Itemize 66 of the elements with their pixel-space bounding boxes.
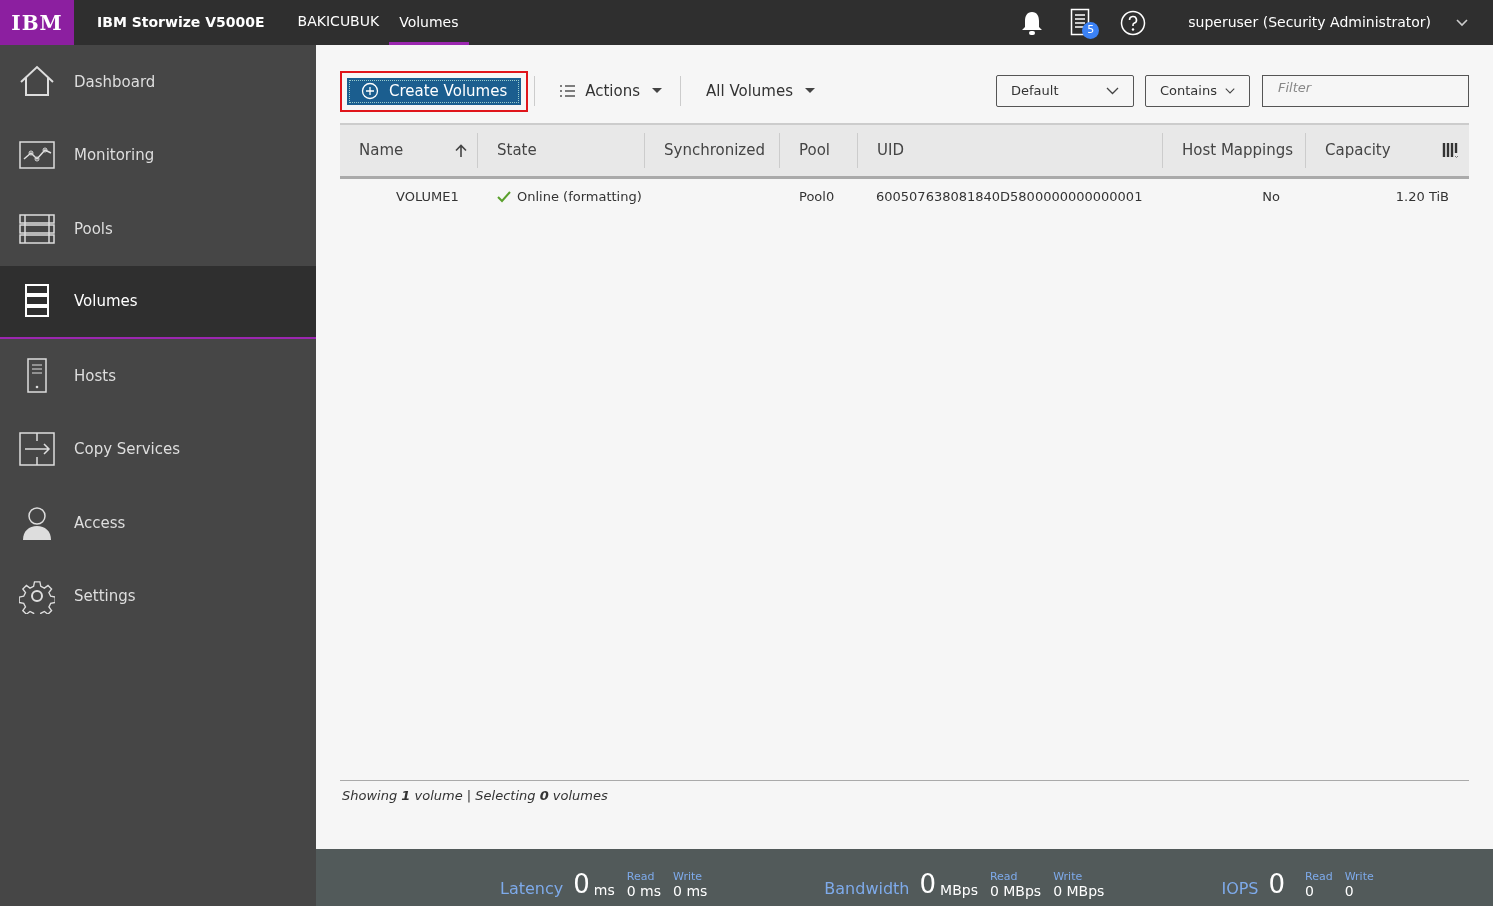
notification-bell-icon[interactable] (1020, 9, 1045, 36)
chevron-down-icon[interactable] (1455, 17, 1469, 28)
status-text: Showing 1 volume | Selecting 0 volumes (341, 786, 609, 805)
metric-value: 0 (573, 869, 590, 899)
column-header[interactable]: Pool (780, 133, 858, 168)
view-filter-dropdown[interactable]: All Volumes (706, 79, 815, 103)
sidebar-item[interactable]: Access (0, 486, 316, 560)
metric-value: 0 (1268, 869, 1286, 899)
actions-menu-button[interactable]: Actions (559, 79, 662, 103)
nav-tab[interactable]: BAKICUBUK (287, 0, 390, 45)
metric-sub-label: Read (1305, 871, 1333, 883)
metric-sub-value: 0 ms (626, 883, 662, 899)
caret-icon (652, 88, 662, 94)
table-cell-text: VOLUME1 (396, 188, 459, 207)
column-header[interactable]: Host Mappings (1163, 133, 1306, 168)
sidebar-item[interactable]: Volumes (0, 265, 316, 339)
table-cell-text: 600507638081840D5800000000000001 (876, 188, 1143, 207)
metric-sub-value: 0 MBps (1053, 883, 1105, 899)
chevron-down-icon (1224, 87, 1235, 95)
match-mode-dropdown[interactable]: Contains (1145, 75, 1250, 107)
arrow-panel-icon (19, 431, 55, 468)
metric-unit: ms (593, 881, 615, 899)
table-cell-text: Pool0 (799, 188, 835, 207)
metric-sub-value: 0 (1305, 883, 1315, 899)
metric-sub-value: 0 MBps (989, 883, 1042, 899)
sidebar-item[interactable]: Settings (0, 559, 316, 633)
user-menu[interactable]: superuser (Security Administrator) (1188, 0, 1431, 45)
chevron-down-icon (1106, 87, 1119, 95)
product-title: IBM Storwize V5000E (96, 13, 266, 32)
sidebar-item[interactable]: Monitoring (0, 118, 316, 192)
table-cell-text: 1.20 TiB (1395, 188, 1449, 207)
task-count-badge: 5 (1082, 21, 1100, 39)
settings-icon (19, 578, 55, 615)
column-chooser-icon[interactable] (1442, 142, 1459, 159)
nav-tab[interactable]: Volumes (389, 0, 469, 45)
metric-sub-label: Write (673, 871, 704, 883)
metric-label: IOPS (1221, 879, 1259, 899)
ibm-logo: IBM (0, 0, 74, 45)
column-header[interactable]: UID (858, 133, 1163, 168)
column-header[interactable]: Capacity (1306, 133, 1469, 168)
metric-label: Latency (500, 879, 564, 899)
metric-sub-label: Read (626, 871, 656, 883)
metric-label: Bandwidth (824, 879, 910, 899)
table-cell-text: No (1262, 188, 1280, 207)
sidebar-item[interactable]: Copy Services (0, 412, 316, 486)
metric-value: 0 (919, 869, 937, 899)
metric-sub-value: 0 (1344, 883, 1355, 899)
table-cell-text: Online (formatting) (517, 188, 642, 207)
metric-unit: MBps (940, 881, 978, 899)
column-header[interactable]: Name (340, 133, 478, 168)
filter-field[interactable]: Filter (1262, 75, 1469, 107)
create-volumes-button[interactable]: Create Volumes (347, 77, 522, 105)
sidebar-item[interactable]: Pools (0, 192, 316, 266)
metric-sub-value: 0 ms (673, 883, 708, 899)
sidebar-item[interactable]: Hosts (0, 339, 316, 413)
metric-sub-label: Read (989, 871, 1019, 883)
sidebar-item[interactable]: Dashboard (0, 45, 316, 119)
column-dropdown[interactable]: Default (996, 75, 1134, 107)
metric-sub-label: Write (1344, 871, 1374, 883)
plus-circle-icon (361, 82, 379, 100)
caret-icon (805, 88, 815, 94)
help-icon[interactable] (1120, 9, 1147, 36)
list-icon (559, 85, 577, 97)
metric-sub-label: Write (1053, 871, 1084, 883)
column-header[interactable]: State (478, 133, 645, 168)
column-header[interactable]: Synchronized (645, 133, 780, 168)
